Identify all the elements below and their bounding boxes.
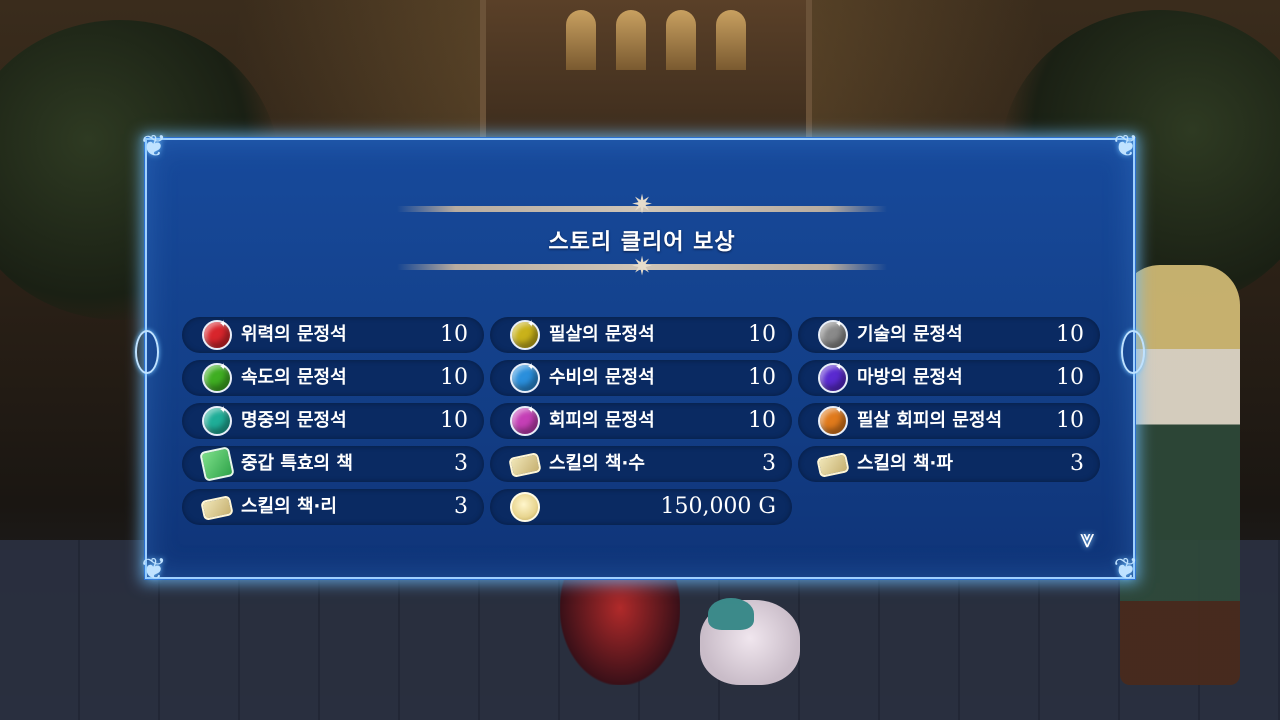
scroll-book-icon [816,452,850,478]
reward-item: 수비의 문정석 10 [490,360,792,396]
corner-ornament-icon: ❦ [1113,552,1139,587]
green-gem-icon [202,362,232,393]
reward-quantity: 10 [1056,408,1084,433]
scroll-book-icon [508,452,542,478]
reward-quantity: 10 [1056,365,1084,390]
reward-item: 스킬의 책·수 3 [490,446,792,482]
reward-item: 필살의 문정석 10 [490,317,792,353]
reward-name: 명중의 문정석 [241,410,347,431]
reward-item: 회피의 문정석 10 [490,403,792,439]
reward-quantity: 10 [440,365,468,390]
mansion-facade [480,0,812,150]
window [716,10,746,70]
star-ornament-icon: ✷ [631,190,653,220]
reward-quantity: 3 [1070,451,1084,476]
purple-gem-icon [818,362,848,393]
reward-name: 중갑 특효의 책 [241,453,353,474]
pet-hat [708,598,754,630]
reward-quantity: 3 [454,494,468,519]
window [616,10,646,70]
gold-amount: 150,000 G [660,494,776,519]
reward-name: 스킬의 책·수 [549,453,645,474]
reward-item: 위력의 문정석 10 [182,317,484,353]
scroll-book-icon [200,495,234,521]
blue-gem-icon [510,362,540,393]
reward-name: 필살 회피의 문정석 [857,410,1003,431]
reward-name: 위력의 문정석 [241,324,347,345]
character-blonde [1120,265,1240,685]
title-banner: ✷ 스토리 클리어 보상 ✷ [397,188,887,282]
reward-item: 스킬의 책·리 3 [182,489,484,525]
window [566,10,596,70]
chevron-down-icon[interactable]: ⩔ [1073,526,1101,552]
side-ornament [135,330,159,374]
corner-ornament-icon: ❦ [141,129,167,164]
reward-name: 회피의 문정석 [549,410,655,431]
reward-name: 속도의 문정석 [241,367,347,388]
reward-panel: ❦ ❦ ❦ ❦ ✷ 스토리 클리어 보상 ✷ 위력의 문정석 10 필살의 문정… [135,130,1145,587]
reward-item: 스킬의 책·파 3 [798,446,1100,482]
reward-item: 기술의 문정석 10 [798,317,1100,353]
reward-name: 기술의 문정석 [857,324,963,345]
star-ornament-icon: ✷ [631,252,653,282]
gray-gem-icon [818,319,848,350]
character-red-hair [560,575,680,685]
orange-gem-icon [818,405,848,436]
side-ornament [1121,330,1145,374]
green-book-icon [199,446,235,482]
reward-name: 수비의 문정석 [549,367,655,388]
gold-reward: 150,000 G [490,489,792,525]
teal-gem-icon [202,405,232,436]
gold-coin-icon [510,492,540,522]
reward-item: 명중의 문정석 10 [182,403,484,439]
reward-quantity: 10 [748,322,776,347]
reward-name: 스킬의 책·리 [241,496,337,517]
red-gem-icon [202,319,232,350]
reward-quantity: 10 [748,365,776,390]
pink-gem-icon [510,405,540,436]
reward-quantity: 3 [454,451,468,476]
reward-quantity: 10 [1056,322,1084,347]
reward-item: 속도의 문정석 10 [182,360,484,396]
reward-quantity: 10 [440,322,468,347]
window [666,10,696,70]
reward-name: 스킬의 책·파 [857,453,953,474]
reward-item: 중갑 특효의 책 3 [182,446,484,482]
reward-name: 필살의 문정석 [549,324,655,345]
reward-quantity: 3 [762,451,776,476]
reward-item: 마방의 문정석 10 [798,360,1100,396]
corner-ornament-icon: ❦ [141,552,167,587]
corner-ornament-icon: ❦ [1113,129,1139,164]
yellow-gem-icon [510,319,540,350]
reward-quantity: 10 [440,408,468,433]
reward-name: 마방의 문정석 [857,367,963,388]
reward-quantity: 10 [748,408,776,433]
reward-item: 필살 회피의 문정석 10 [798,403,1100,439]
